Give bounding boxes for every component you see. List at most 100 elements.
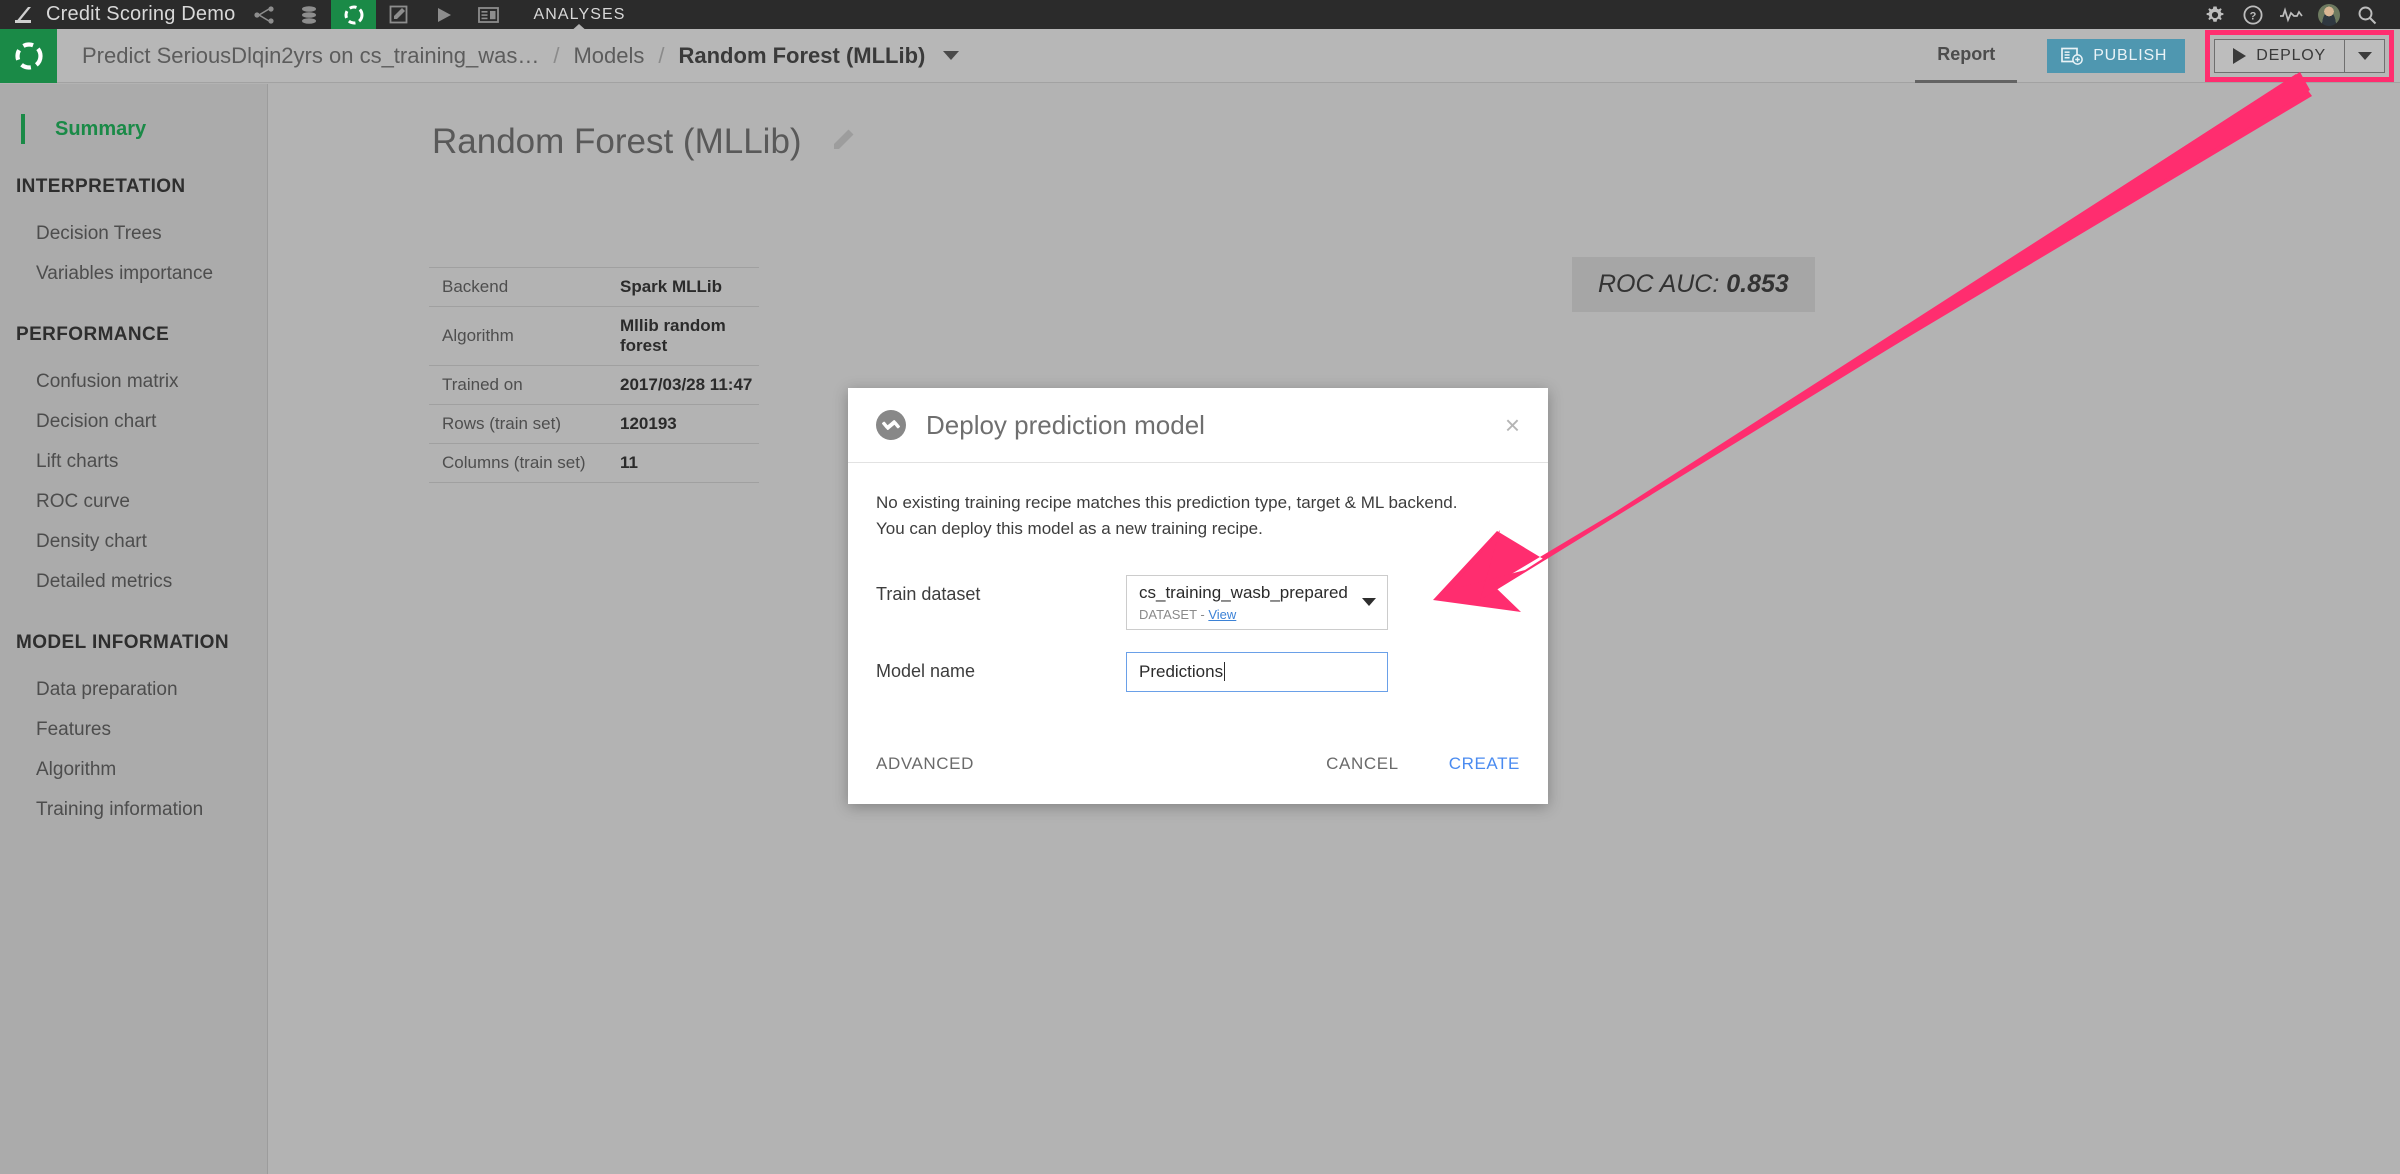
dialog-footer: ADVANCED CANCEL CREATE (848, 723, 1548, 804)
sidebar-group-header: MODEL INFORMATION (16, 632, 229, 653)
sidebar-item-lift-charts[interactable]: Lift charts (0, 442, 267, 482)
sidebar-item-summary[interactable]: Summary (0, 112, 267, 146)
tab-report-label: Report (1937, 43, 1996, 64)
help-icon[interactable]: ? (2234, 0, 2272, 29)
table-cell-value: 11 (620, 453, 638, 472)
sidebar-item-algorithm[interactable]: Algorithm (0, 750, 267, 790)
roc-auc-value: 0.853 (1726, 270, 1789, 298)
deploy-button[interactable]: DEPLOY (2214, 38, 2345, 73)
model-name-label: Model name (876, 660, 976, 681)
train-dataset-select[interactable]: cs_training_wasb_prepared DATASET - View (1126, 574, 1388, 630)
table-cell-value: 2017/03/28 11:47 (620, 375, 753, 394)
project-name[interactable]: Credit Scoring Demo (46, 3, 241, 26)
sidebar-item-density-chart[interactable]: Density chart (0, 522, 267, 562)
dataiku-logo-icon[interactable] (0, 0, 46, 29)
avatar[interactable] (2318, 3, 2340, 26)
sidebar-item-label: Summary (55, 117, 147, 140)
breadcrumb-bar: Predict SeriousDlqin2yrs on cs_training_… (0, 28, 2400, 83)
deploy-model-icon (876, 410, 906, 440)
sidebar-item-decision-chart[interactable]: Decision chart (0, 402, 267, 442)
sidebar-item-variables-importance[interactable]: Variables importance (0, 254, 267, 294)
activity-icon[interactable] (2272, 0, 2310, 29)
deploy-dropdown-button[interactable] (2345, 38, 2385, 73)
section-label-analyses[interactable]: ANALYSES (533, 5, 626, 33)
table-cell-key: Columns (train set) (442, 453, 586, 472)
table-cell-value: Mllib random forest (620, 316, 726, 355)
section-label-text: ANALYSES (533, 5, 626, 23)
tab-report[interactable]: Report (1915, 29, 2018, 83)
breadcrumb-models[interactable]: Models (573, 43, 644, 69)
left-sidebar: Summary INTERPRETATION Decision Trees Va… (0, 84, 268, 1174)
page-title-row: Random Forest (MLLib) (432, 122, 2400, 162)
breadcrumb-separator-2: / (658, 42, 665, 68)
text-cursor (1224, 662, 1226, 682)
chevron-down-icon[interactable] (943, 51, 960, 60)
breadcrumb-analysis[interactable]: Predict SeriousDlqin2yrs on cs_training_… (82, 43, 539, 69)
project-logo-icon[interactable] (0, 28, 57, 83)
table-row: Columns (train set) 11 (429, 444, 759, 483)
sidebar-group-header: INTERPRETATION (16, 176, 186, 197)
table-cell-value: Spark MLLib (620, 277, 723, 296)
sidebar-item-decision-trees[interactable]: Decision Trees (0, 214, 267, 254)
sidebar-group-header: PERFORMANCE (16, 324, 170, 345)
notebooks-icon[interactable] (376, 0, 421, 29)
dialog-title: Deploy prediction model (926, 409, 1205, 440)
gear-icon[interactable] (2196, 0, 2234, 29)
breadcrumb: Predict SeriousDlqin2yrs on cs_training_… (82, 42, 960, 69)
lab-analyses-icon[interactable] (331, 0, 377, 29)
publish-label: PUBLISH (2093, 46, 2168, 64)
sidebar-group-model-information: MODEL INFORMATION Data preparation Featu… (0, 632, 267, 830)
train-dataset-type: DATASET - (1139, 606, 1205, 622)
deploy-prediction-model-dialog: Deploy prediction model × No existing tr… (848, 388, 1548, 804)
sidebar-item-training-information[interactable]: Training information (0, 790, 267, 830)
table-cell-value: 120193 (620, 414, 677, 433)
publish-button[interactable]: PUBLISH (2047, 38, 2186, 73)
chevron-down-icon (2357, 51, 2372, 60)
cancel-button[interactable]: CANCEL (1326, 754, 1399, 774)
page-title: Random Forest (MLLib) (432, 122, 802, 161)
dialog-header: Deploy prediction model × (848, 388, 1548, 463)
breadcrumb-current[interactable]: Random Forest (MLLib) (679, 43, 926, 69)
dialog-message-line-2: You can deploy this model as a new train… (876, 519, 1263, 539)
train-dataset-subtitle: DATASET - View (1139, 607, 1377, 622)
dialog-body: No existing training recipe matches this… (848, 463, 1548, 724)
deploy-label: DEPLOY (2256, 46, 2326, 64)
play-icon (2233, 47, 2247, 64)
sidebar-item-data-preparation[interactable]: Data preparation (0, 670, 267, 710)
create-button[interactable]: CREATE (1449, 754, 1520, 774)
table-row: Rows (train set) 120193 (429, 405, 759, 444)
table-cell-key: Backend (442, 277, 509, 296)
table-cell-key: Algorithm (442, 326, 514, 345)
jobs-run-icon[interactable] (421, 0, 466, 29)
roc-auc-badge: ROC AUC: 0.853 (1572, 257, 1815, 312)
table-row: Backend Spark MLLib (429, 267, 759, 307)
publish-icon (2061, 47, 2084, 65)
sidebar-item-confusion-matrix[interactable]: Confusion matrix (0, 362, 267, 402)
train-dataset-view-link[interactable]: View (1208, 607, 1236, 622)
chevron-down-icon (1362, 598, 1376, 607)
train-dataset-value: cs_training_wasb_prepared (1139, 582, 1348, 602)
flow-icon[interactable] (241, 0, 286, 29)
deploy-button-highlight: DEPLOY (2205, 29, 2394, 82)
dashboards-icon[interactable] (466, 0, 511, 29)
search-icon[interactable] (2348, 0, 2386, 29)
active-indicator (21, 114, 25, 144)
sidebar-item-roc-curve[interactable]: ROC curve (0, 482, 267, 522)
roc-auc-label: ROC AUC: (1598, 270, 1720, 298)
model-name-input[interactable]: Predictions (1126, 651, 1388, 692)
pencil-icon[interactable] (830, 127, 856, 158)
form-row-train-dataset: Train dataset cs_training_wasb_prepared … (876, 574, 1520, 630)
sidebar-group-interpretation: INTERPRETATION Decision Trees Variables … (0, 176, 267, 294)
sidebar-item-features[interactable]: Features (0, 710, 267, 750)
top-bar-right-group: ? (2196, 0, 2400, 29)
sidebar-group-performance: PERFORMANCE Confusion matrix Decision ch… (0, 324, 267, 602)
train-dataset-label: Train dataset (876, 583, 981, 604)
sidebar-item-detailed-metrics[interactable]: Detailed metrics (0, 562, 267, 602)
breadcrumb-separator-1: / (553, 42, 560, 68)
table-cell-key: Rows (train set) (442, 414, 562, 433)
advanced-button[interactable]: ADVANCED (876, 754, 974, 774)
svg-text:?: ? (2250, 10, 2257, 22)
datasets-icon[interactable] (286, 0, 331, 29)
table-row: Trained on 2017/03/28 11:47 (429, 366, 759, 405)
close-icon[interactable]: × (1505, 412, 1520, 438)
